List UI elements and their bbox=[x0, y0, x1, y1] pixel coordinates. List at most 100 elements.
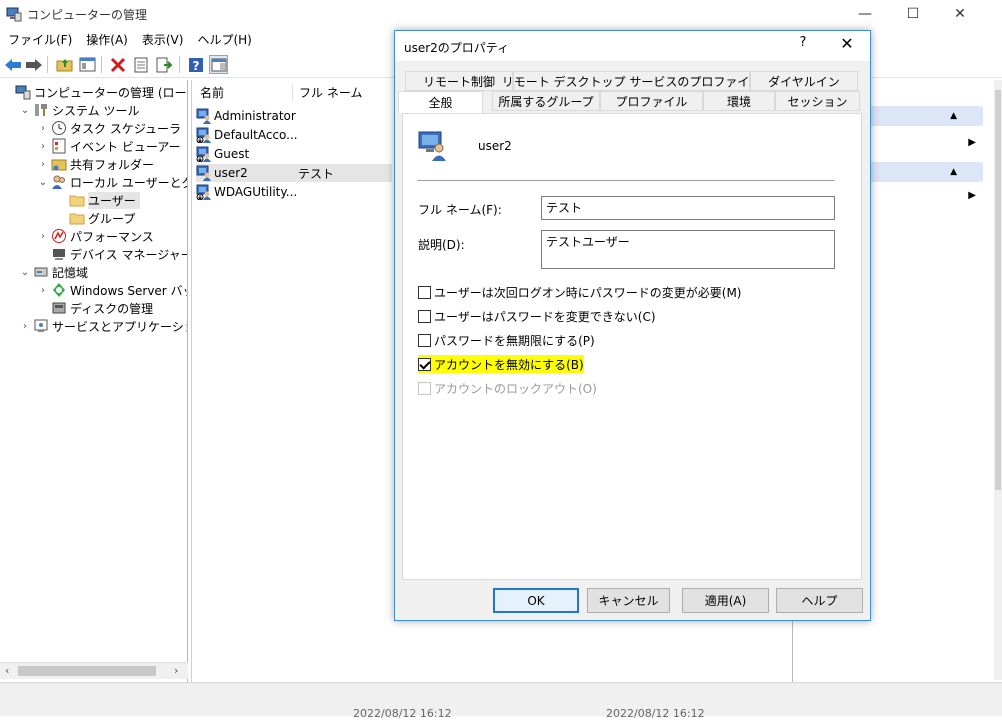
dialog-help-button[interactable]: ? bbox=[795, 35, 811, 55]
checkbox-label: アカウントを無効にする(B) bbox=[434, 355, 584, 373]
chevron-right-icon[interactable]: › bbox=[37, 123, 49, 134]
window-title: コンピューターの管理 bbox=[27, 8, 148, 22]
tree-item-shared-folders[interactable]: › 共有フォルダー bbox=[37, 155, 154, 173]
user-disabled-icon bbox=[196, 146, 212, 163]
menu-item-help[interactable]: ヘルプ(H) bbox=[190, 31, 258, 48]
computer-management-icon bbox=[15, 84, 31, 100]
tab-member-of[interactable]: 所属するグループ bbox=[492, 91, 600, 111]
tree-item-windows-server-backup[interactable]: › Windows Server バックアップ bbox=[37, 281, 187, 299]
checkbox-box[interactable] bbox=[418, 333, 431, 347]
folder-icon bbox=[69, 210, 85, 226]
table-row[interactable]: WDAGUtility... bbox=[196, 183, 396, 201]
tab-environment[interactable]: 環境 bbox=[703, 91, 775, 111]
tree-item-task-scheduler[interactable]: › タスク スケジューラ bbox=[37, 119, 181, 137]
up-folder-icon[interactable] bbox=[55, 55, 74, 74]
checkbox-box[interactable] bbox=[418, 357, 431, 371]
export-list-icon[interactable] bbox=[154, 55, 173, 74]
apply-button[interactable]: 適用(A) bbox=[682, 588, 769, 613]
checkbox-box[interactable] bbox=[418, 309, 431, 323]
column-header-name[interactable]: 名前 bbox=[200, 84, 224, 101]
action-pane-scrollbar[interactable] bbox=[994, 80, 1002, 680]
chevron-right-icon[interactable]: › bbox=[37, 285, 49, 296]
cancel-button[interactable]: キャンセル bbox=[587, 588, 670, 613]
help-button[interactable]: ヘルプ bbox=[776, 588, 863, 613]
checkbox-label: ユーザーは次回ログオン時にパスワードの変更が必要(M) bbox=[434, 285, 742, 300]
table-row[interactable]: Administrator bbox=[196, 107, 396, 125]
tree-item-storage[interactable]: ⌄ 記憶域 bbox=[19, 263, 88, 281]
username-display: user2 bbox=[478, 139, 512, 153]
chevron-down-icon[interactable]: ⌄ bbox=[19, 267, 31, 278]
dialog-close-button[interactable]: ✕ bbox=[835, 34, 859, 56]
minimize-button[interactable]: — bbox=[842, 0, 888, 28]
tree-item-disk-management[interactable]: ディスクの管理 bbox=[37, 299, 153, 317]
chevron-right-icon[interactable]: › bbox=[37, 141, 49, 152]
computer-management-icon bbox=[6, 6, 22, 22]
help-icon[interactable]: ? bbox=[186, 55, 205, 74]
tree-item-label: イベント ビューアー bbox=[70, 139, 181, 154]
chevron-right-icon[interactable]: › bbox=[19, 321, 31, 332]
tree-item-label: パフォーマンス bbox=[70, 229, 154, 244]
user-name-cell: WDAGUtility... bbox=[214, 185, 298, 199]
show-action-pane-icon[interactable] bbox=[209, 55, 228, 74]
tab-profile[interactable]: プロファイル bbox=[600, 91, 703, 111]
fullname-field[interactable]: テスト bbox=[541, 196, 835, 220]
description-field[interactable]: テストユーザー bbox=[541, 230, 835, 269]
tab-sessions[interactable]: セッション bbox=[775, 91, 860, 111]
menu-item-view[interactable]: 表示(V) bbox=[135, 31, 191, 48]
chevron-right-icon[interactable]: › bbox=[37, 159, 49, 170]
tree-item-computer-management[interactable]: コンピューターの管理 (ローカル) bbox=[1, 83, 187, 101]
back-arrow-icon[interactable] bbox=[3, 55, 22, 74]
close-window-button[interactable]: ✕ bbox=[937, 0, 983, 28]
tree-item-local-users-groups[interactable]: ⌄ ローカル ユーザーとグループ bbox=[37, 173, 187, 191]
tab-dial-in[interactable]: ダイヤルイン bbox=[750, 71, 858, 91]
table-row[interactable]: user2 テスト bbox=[196, 164, 392, 182]
properties-icon[interactable] bbox=[131, 55, 150, 74]
tree-item-services-apps[interactable]: › サービスとアプリケーション bbox=[19, 317, 187, 335]
password-never-expires-checkbox[interactable]: パスワードを無期限にする(P) bbox=[418, 331, 595, 349]
forward-arrow-icon[interactable] bbox=[24, 55, 43, 74]
scroll-right-icon[interactable]: › bbox=[174, 664, 178, 677]
table-row[interactable]: Guest bbox=[196, 145, 396, 163]
menu-item-file[interactable]: ファイル(F) bbox=[0, 31, 79, 48]
tree-item-system-tools[interactable]: ⌄ システム ツール bbox=[19, 101, 140, 119]
user-account-icon bbox=[417, 130, 449, 162]
services-icon bbox=[33, 318, 49, 334]
tree-item-device-manager[interactable]: デバイス マネージャー bbox=[37, 245, 187, 263]
tree-item-event-viewer[interactable]: › イベント ビューアー bbox=[37, 137, 181, 155]
collapse-arrow-icon[interactable]: ▲ bbox=[950, 167, 957, 177]
column-header-fullname[interactable]: フル ネーム bbox=[299, 84, 362, 101]
ok-button[interactable]: OK bbox=[493, 588, 579, 613]
chevron-right-icon[interactable]: › bbox=[37, 231, 49, 242]
collapse-arrow-icon[interactable]: ▲ bbox=[950, 111, 957, 121]
expand-arrow-icon[interactable]: ▶ bbox=[968, 190, 976, 201]
fullname-label: フル ネーム(F): bbox=[418, 203, 502, 217]
tree-horizontal-scrollbar[interactable]: ‹ › bbox=[0, 662, 188, 679]
tree-item-groups[interactable]: グループ bbox=[55, 209, 135, 227]
delete-icon[interactable] bbox=[108, 55, 127, 74]
chevron-down-icon[interactable]: ⌄ bbox=[19, 105, 31, 116]
tree-item-performance[interactable]: › パフォーマンス bbox=[37, 227, 154, 245]
tree-item-label: ローカル ユーザーとグループ bbox=[70, 175, 187, 190]
cannot-change-password-checkbox[interactable]: ユーザーはパスワードを変更できない(C) bbox=[418, 307, 656, 325]
tree-item-users[interactable]: ユーザー bbox=[55, 191, 140, 209]
tab-rds-profile[interactable]: リモート デスクトップ サービスのプロファイル bbox=[502, 71, 761, 91]
scroll-thumb[interactable] bbox=[995, 90, 1001, 490]
clock-icon bbox=[51, 120, 67, 136]
menu-item-action[interactable]: 操作(A) bbox=[79, 31, 135, 48]
tab-general[interactable]: 全般 bbox=[398, 91, 483, 113]
tree-item-label: 記憶域 bbox=[52, 265, 89, 280]
must-change-password-checkbox[interactable]: ユーザーは次回ログオン時にパスワードの変更が必要(M) bbox=[418, 283, 741, 301]
checkbox-box[interactable] bbox=[418, 285, 431, 299]
tab-remote-control[interactable]: リモート制御 bbox=[405, 71, 513, 91]
table-row[interactable]: DefaultAcco... bbox=[196, 126, 396, 144]
console-tree-icon[interactable] bbox=[78, 55, 97, 74]
expand-arrow-icon[interactable]: ▶ bbox=[968, 137, 976, 148]
checkbox-box bbox=[418, 381, 431, 395]
chevron-down-icon[interactable]: ⌄ bbox=[37, 177, 49, 188]
storage-icon bbox=[33, 264, 49, 280]
scroll-thumb[interactable] bbox=[18, 666, 156, 676]
account-disabled-checkbox[interactable]: アカウントを無効にする(B) bbox=[418, 355, 584, 373]
maximize-button[interactable]: ☐ bbox=[890, 0, 936, 28]
scroll-left-icon[interactable]: ‹ bbox=[5, 664, 9, 677]
performance-icon bbox=[51, 228, 67, 244]
